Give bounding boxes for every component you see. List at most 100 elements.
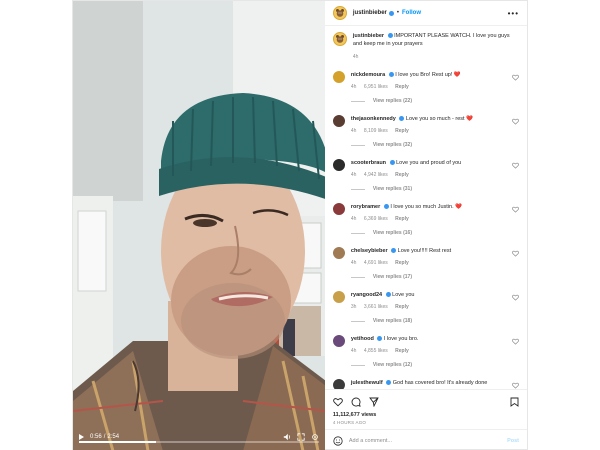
play-icon[interactable] <box>79 434 84 440</box>
volume-icon[interactable] <box>283 433 291 441</box>
heart-icon[interactable] <box>512 162 519 169</box>
reply-button[interactable]: Reply <box>395 304 409 310</box>
follow-button[interactable]: Follow <box>402 10 421 16</box>
comment-age: 4h <box>350 172 357 178</box>
reply-button[interactable]: Reply <box>395 172 409 178</box>
header-username[interactable]: justinbieber <box>353 10 387 16</box>
comment-icon[interactable] <box>351 397 361 407</box>
avatar[interactable] <box>332 6 347 20</box>
verified-icon <box>399 115 405 121</box>
comment-username[interactable]: yetihood <box>351 336 374 342</box>
video-controls: 0:56 / 2:54 <box>73 423 325 450</box>
view-replies-button[interactable]: View replies (32) <box>350 142 507 149</box>
reply-button[interactable]: Reply <box>395 348 409 354</box>
comment-age: 4h <box>350 348 357 354</box>
settings-icon[interactable] <box>311 433 319 441</box>
avatar[interactable] <box>332 115 345 127</box>
view-replies-button[interactable]: View replies (31) <box>350 186 507 193</box>
video-player[interactable]: 0:56 / 2:54 <box>73 1 325 450</box>
comment-input[interactable] <box>348 437 508 444</box>
share-icon[interactable] <box>368 397 379 407</box>
heart-icon[interactable] <box>333 397 343 407</box>
avatar[interactable] <box>332 291 345 303</box>
comment-username[interactable]: rorybramer <box>351 204 380 210</box>
comment-username[interactable]: ryangood24 <box>351 292 382 298</box>
comment-meta: 4h 6,951 likes Reply <box>351 84 507 91</box>
comment-username[interactable]: chelseybieber <box>351 248 388 254</box>
comment-meta: 4h 4,691 likes Reply <box>351 260 507 267</box>
view-count[interactable]: 11,112,677 views <box>333 412 519 418</box>
video-frame <box>73 1 325 450</box>
fullscreen-icon[interactable] <box>297 433 305 441</box>
comment-username[interactable]: thejasonkennedy <box>351 116 396 122</box>
comment-meta: 4h 8,109 likes Reply <box>351 128 507 135</box>
reply-button[interactable]: Reply <box>395 84 409 90</box>
verified-icon <box>386 379 392 385</box>
avatar[interactable] <box>332 71 345 83</box>
comment-likes[interactable]: 8,109 likes <box>364 128 388 134</box>
heart-icon[interactable] <box>512 118 519 125</box>
verified-icon <box>388 11 394 16</box>
verified-icon <box>387 32 393 38</box>
heart-icon[interactable] <box>512 338 519 345</box>
comment-age: 4h <box>350 84 357 90</box>
view-replies-button[interactable]: View replies (17) <box>350 274 507 281</box>
comment-meta: 4h 4,855 likes Reply <box>351 348 507 355</box>
avatar[interactable] <box>332 159 345 171</box>
avatar[interactable] <box>332 203 345 215</box>
caption-username[interactable]: justinbieber <box>353 33 384 39</box>
comment-username[interactable]: nickdemoura <box>351 72 385 78</box>
comment-likes[interactable]: 4,855 likes <box>364 348 388 354</box>
avatar[interactable] <box>332 335 345 347</box>
avatar[interactable] <box>332 247 345 259</box>
bookmark-icon[interactable] <box>510 397 519 407</box>
smiley-icon[interactable] <box>333 435 343 446</box>
bear-logo-icon <box>335 9 344 17</box>
view-replies-button[interactable]: View replies (16) <box>350 230 507 237</box>
view-replies-button[interactable]: View replies (18) <box>350 318 507 325</box>
comment-age: 4h <box>350 260 357 266</box>
comment-likes[interactable]: 4,942 likes <box>364 172 388 178</box>
add-comment-bar: Post <box>324 429 527 450</box>
more-icon[interactable]: ••• <box>508 9 519 18</box>
comment-text: I love you so much Justin. <box>390 204 454 210</box>
comment-age: 4h <box>350 216 357 222</box>
reply-button[interactable]: Reply <box>395 260 409 266</box>
comment: ryangood24 Love you 3h 3,661 likes Reply… <box>332 291 519 325</box>
comment-likes[interactable]: 6,951 likes <box>364 84 388 90</box>
reply-button[interactable]: Reply <box>395 216 409 222</box>
comment-age: 3h <box>350 304 357 310</box>
reply-button[interactable]: Reply <box>395 128 409 134</box>
avatar[interactable] <box>332 32 347 46</box>
post-time: 4 HOURS AGO <box>332 420 367 425</box>
comment-username[interactable]: scooterbraun <box>351 160 386 166</box>
heart-icon[interactable] <box>512 294 519 301</box>
post-header: justinbieber • Follow ••• <box>324 1 527 26</box>
post-side-panel: justinbieber • Follow ••• justinbieber I… <box>324 1 527 450</box>
avatar[interactable] <box>332 379 345 389</box>
comment-likes[interactable]: 3,661 likes <box>364 304 388 310</box>
heart-icon[interactable] <box>512 206 519 213</box>
heart-icon[interactable] <box>512 382 519 389</box>
view-replies-button[interactable]: View replies (12) <box>350 362 507 369</box>
heart-icon[interactable] <box>512 74 519 81</box>
comment-username[interactable]: julesthewulf <box>351 380 383 386</box>
verified-icon <box>377 335 383 341</box>
post-actions: 11,112,677 views 4 HOURS AGO <box>324 389 527 429</box>
heart-icon[interactable] <box>512 250 519 257</box>
video-duration: 2:54 <box>107 434 120 440</box>
post-comment-button[interactable]: Post <box>507 438 519 444</box>
post-modal: 0:56 / 2:54 justinbieber • Follow ••• ju… <box>72 0 528 450</box>
bear-logo-icon <box>335 35 344 43</box>
comment-emoji: ❤️ <box>453 72 461 78</box>
verified-icon <box>385 291 391 297</box>
video-current-time: 0:56 <box>90 434 102 440</box>
comment-likes[interactable]: 4,691 likes <box>364 260 388 266</box>
comments-list[interactable]: justinbieber IMPORTANT PLEASE WATCH. I l… <box>325 26 527 389</box>
comment-meta: 4h 4,942 likes Reply <box>351 172 507 179</box>
verified-icon <box>391 247 397 253</box>
comment-likes[interactable]: 6,369 likes <box>364 216 388 222</box>
comment-text: I love you Bro! Rest up! <box>395 72 453 78</box>
view-replies-button[interactable]: View replies (22) <box>350 98 507 105</box>
comment: scooterbraun Love you and proud of you 4… <box>332 159 519 193</box>
